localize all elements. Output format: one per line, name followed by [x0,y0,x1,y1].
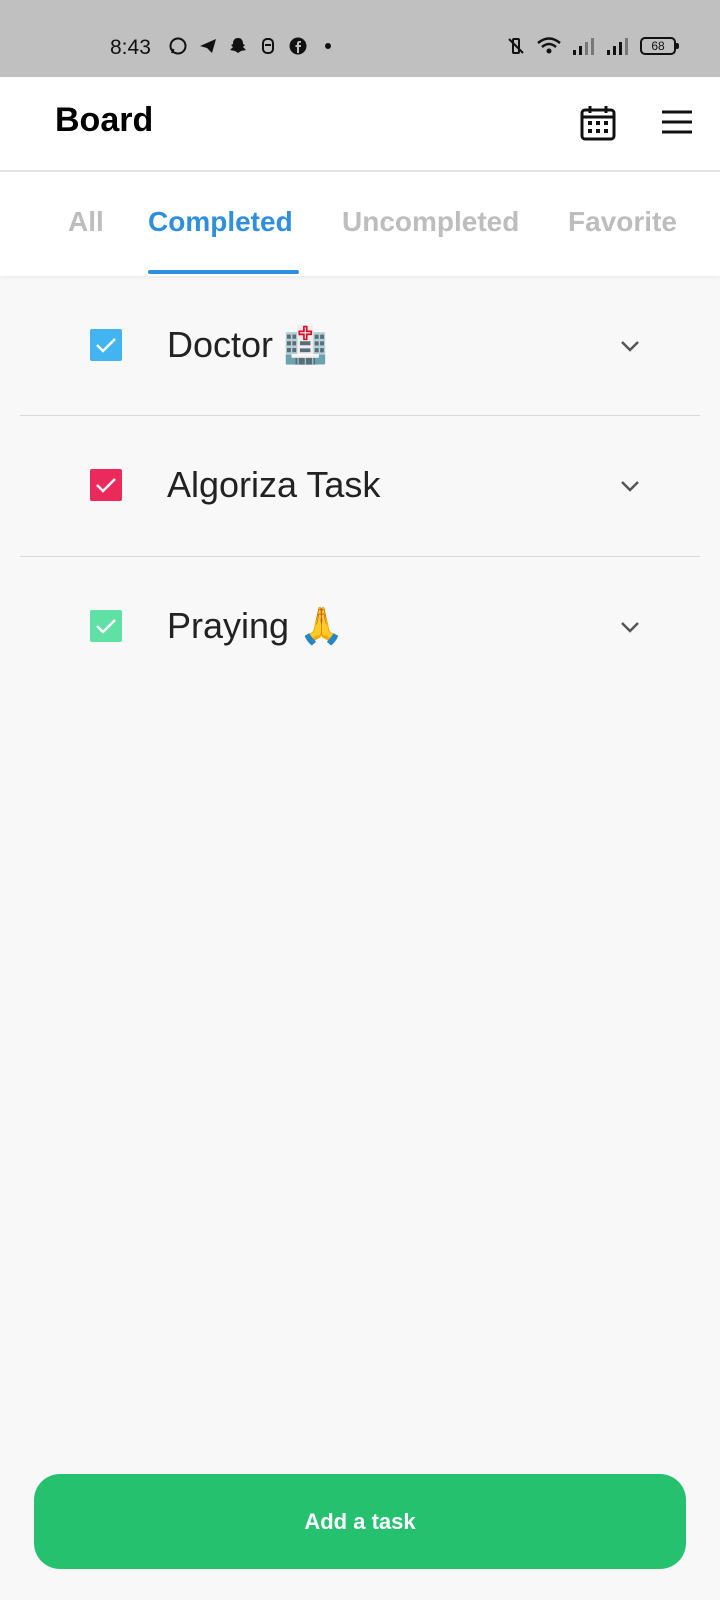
tab-bar: All Completed Uncompleted Favorite [0,172,720,276]
task-item[interactable]: Doctor 🏥 [20,276,700,416]
tab-all[interactable]: All [68,206,104,238]
system-icons: 68 [506,36,679,56]
page-title: Board [55,101,154,139]
dot-icon [325,43,331,49]
facebook-icon [289,37,307,55]
calendar-icon[interactable] [578,103,618,143]
snapchat-icon [230,38,246,53]
signal-icon [607,38,628,55]
check-icon [96,338,116,353]
active-tab-indicator [148,270,299,274]
menu-icon[interactable] [660,107,694,137]
chevron-down-icon[interactable] [618,615,642,639]
signal-icon [573,38,594,55]
battery-indicator: 68 [640,37,679,55]
task-checkbox[interactable] [90,610,122,642]
task-item[interactable]: Algoriza Task [20,416,700,556]
task-title: Algoriza Task [167,464,381,505]
task-checkbox[interactable] [90,329,122,361]
check-icon [96,478,116,493]
app-bar: Board [0,77,720,172]
notification-icons [168,36,338,56]
vibrate-icon [508,38,524,54]
chevron-down-icon[interactable] [618,474,642,498]
task-title: Doctor 🏥 [167,324,328,365]
app-icon [262,38,274,54]
chevron-down-icon[interactable] [618,334,642,358]
task-item[interactable]: Praying 🙏 [20,557,700,697]
tab-favorite[interactable]: Favorite [568,206,677,238]
task-title: Praying 🙏 [167,605,344,646]
task-checkbox[interactable] [90,469,122,501]
wifi-icon [537,37,561,54]
tab-completed[interactable]: Completed [148,206,293,238]
tab-uncompleted[interactable]: Uncompleted [342,206,519,238]
check-icon [96,619,116,634]
status-time: 8:43 [110,36,151,59]
add-task-button[interactable]: Add a task [34,1474,686,1569]
whatsapp-icon [169,37,187,55]
status-bar: 8:43 68 [0,0,720,77]
telegram-icon [200,39,216,53]
